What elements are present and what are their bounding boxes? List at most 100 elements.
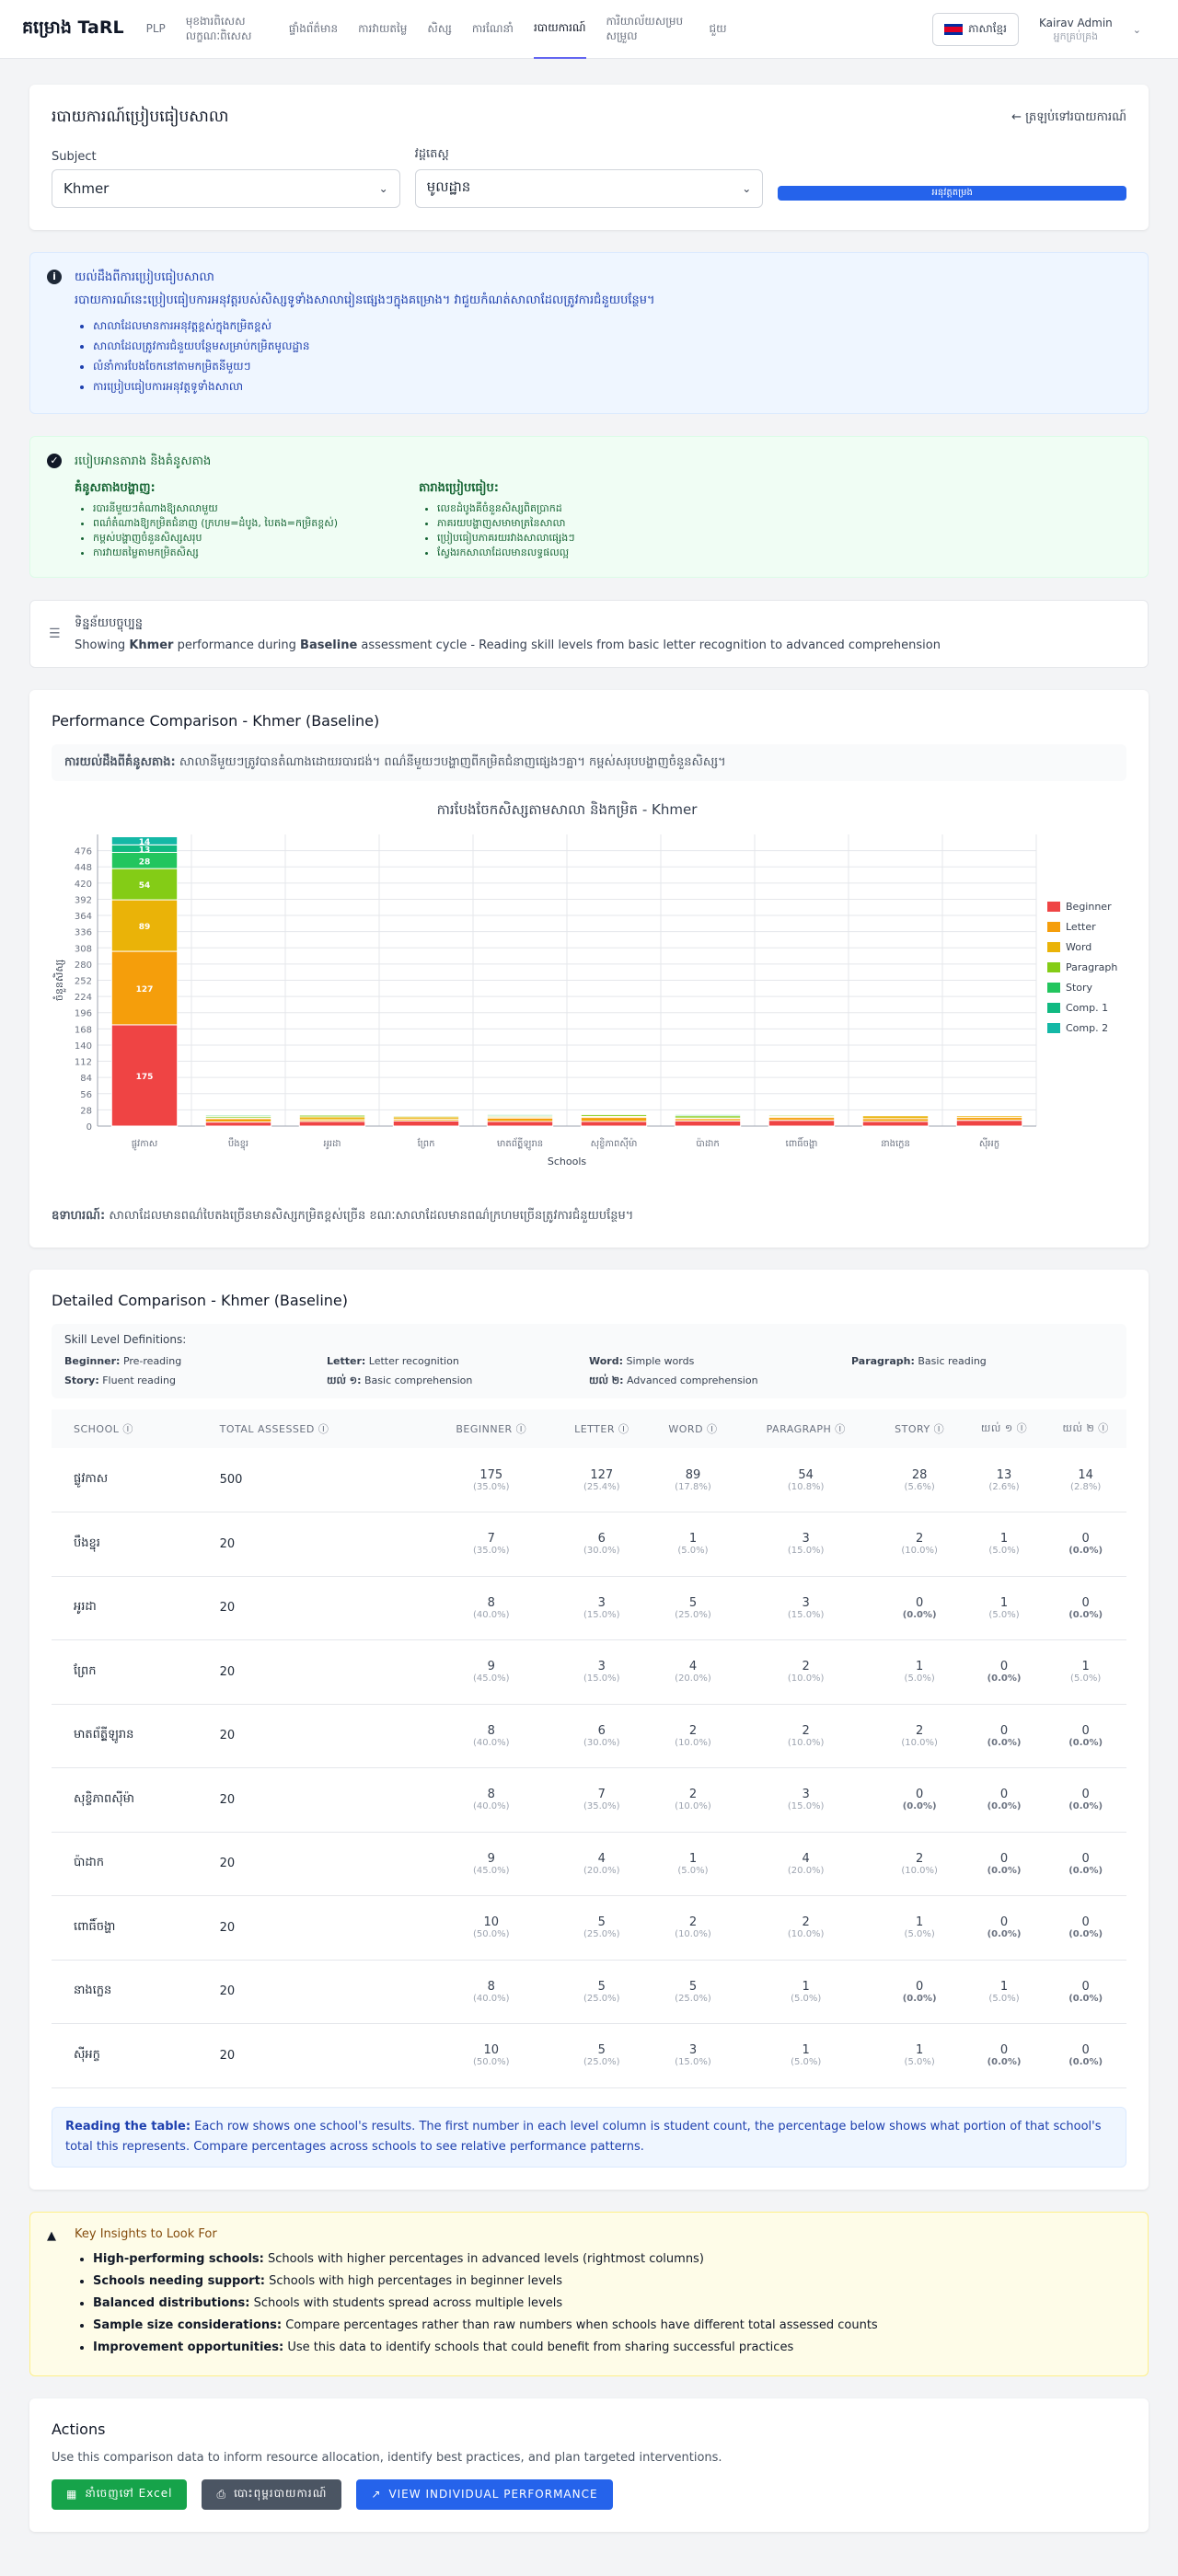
level-count: 6 — [597, 1723, 606, 1738]
print-report-button[interactable]: ⎙ បោះពុម្ពរបាយការណ៍ — [202, 2478, 342, 2510]
column-header[interactable]: SCHOOL ⓘ — [52, 1409, 198, 1448]
column-header[interactable]: យល់ ២ ⓘ — [1045, 1409, 1126, 1448]
level-count: 1 — [802, 1979, 810, 1994]
level-percent: (10.0%) — [675, 1929, 711, 1940]
column-header[interactable]: STORY ⓘ — [875, 1409, 964, 1448]
level-percent: (45.0%) — [472, 1865, 510, 1876]
excel-icon: ▦ — [66, 2488, 78, 2501]
total-cell: 20 — [197, 1767, 430, 1833]
bar-data-label: 175 — [136, 1073, 154, 1082]
level-count: 0 — [916, 1979, 924, 1994]
x-tick-label: សុខ្ខិភាពស៊ីម៉ា — [591, 1137, 638, 1150]
total-cell: 20 — [197, 1512, 430, 1577]
level-percent: (0.0%) — [902, 1801, 937, 1812]
bar-segment — [955, 1113, 1023, 1116]
total-cell: 20 — [197, 1639, 430, 1705]
chevron-down-icon[interactable]: ⌄ — [1133, 24, 1141, 36]
bar-segment — [204, 1121, 272, 1127]
actions-description: Use this comparison data to inform resou… — [52, 2450, 722, 2465]
level-percent: (30.0%) — [583, 1546, 620, 1557]
level-cell: 0 (0.0%) — [1045, 1512, 1126, 1577]
chart-guide-item: កម្ពស់បង្ហាញចំនួនសិស្សសរុប — [93, 531, 397, 546]
skill-definition: Story: Fluent reading — [64, 1374, 327, 1389]
y-tick-label: 252 — [75, 977, 92, 987]
cycle-select[interactable]: មូលដ្ឋាន ⌄ — [414, 169, 764, 208]
level-percent: (25.0%) — [675, 1993, 711, 2004]
level-count: 2 — [916, 1851, 924, 1866]
nav-link[interactable]: ការវាយតម្លៃ — [358, 0, 407, 59]
column-header[interactable]: PARAGRAPH ⓘ — [735, 1409, 876, 1448]
level-count: 175 — [479, 1467, 503, 1482]
y-tick-label: 336 — [75, 928, 92, 938]
x-tick-label: ពោធិ៍ចង្ហា — [786, 1136, 818, 1149]
definition-value: Simple words — [626, 1355, 695, 1367]
level-cell: 1 (5.0%) — [963, 1576, 1045, 1640]
level-percent: (5.0%) — [677, 1865, 709, 1876]
language-selector[interactable]: ភាសាខ្មែរ — [932, 13, 1019, 46]
view-individual-performance-button[interactable]: ↗ VIEW INDIVIDUAL PERFORMANCE — [356, 2478, 613, 2510]
export-excel-button[interactable]: ▦ នាំចេញទៅ Excel — [52, 2478, 188, 2510]
level-cell: 3 (15.0%) — [735, 1767, 876, 1833]
y-tick-label: 140 — [75, 1041, 92, 1052]
list-icon: ☰ — [49, 627, 61, 641]
level-count: 8 — [487, 1979, 495, 1994]
legend-swatch — [1047, 1023, 1060, 1033]
nav-link[interactable]: ការិយាល័យសម្របសម្រួល — [606, 0, 689, 59]
nav-link[interactable]: ផ្ទាំងព័ត៌មាន — [289, 0, 338, 59]
level-cell: 4 (20.0%) — [553, 1832, 651, 1896]
level-percent: (0.0%) — [1068, 1929, 1103, 1940]
level-count: 0 — [999, 1851, 1009, 1866]
level-percent: (0.0%) — [1068, 1801, 1103, 1812]
legend-label: Letter — [1066, 921, 1096, 933]
level-count: 2 — [802, 1915, 810, 1930]
level-cell: 127 (25.4%) — [553, 1448, 651, 1512]
apply-filter-button[interactable]: អនុវត្តតម្រង — [778, 186, 1127, 201]
bar-segment — [486, 1113, 554, 1117]
level-count: 0 — [1081, 1979, 1090, 1994]
back-to-reports-link[interactable]: ← ត្រឡប់ទៅរបាយការណ៍ — [1011, 109, 1126, 127]
note-text: សាលានីមួយៗត្រូវបានតំណាងដោយរបារជង់។ ពណ៌នី… — [179, 755, 726, 769]
top-navbar: គម្រោង TaRL PLP មុខងារពិសេស លក្ខណៈពិសេស ផ្… — [0, 0, 1178, 59]
skill-definitions: Skill Level Definitions: Beginner: Pre-r… — [52, 1324, 1126, 1398]
column-header[interactable]: BEGINNER ⓘ — [429, 1409, 554, 1448]
level-cell: 1 (5.0%) — [650, 1832, 736, 1896]
y-tick-label: 28 — [80, 1106, 92, 1116]
nav-link[interactable]: ជួយ — [710, 0, 727, 59]
level-percent: (15.0%) — [583, 1609, 620, 1620]
level-count: 2 — [688, 1915, 698, 1930]
level-percent: (25.0%) — [675, 1609, 711, 1620]
nav-link[interactable]: របាយការណ៍ — [533, 0, 586, 59]
level-percent: (5.0%) — [988, 1993, 1020, 2004]
column-header[interactable]: TOTAL ASSESSED ⓘ — [197, 1409, 430, 1448]
brand-logo[interactable]: គម្រោង TaRL — [22, 17, 124, 42]
level-cell: 8 (40.0%) — [429, 1767, 554, 1833]
level-count: 127 — [590, 1467, 614, 1482]
column-header[interactable]: WORD ⓘ — [650, 1409, 736, 1448]
bar-segment — [392, 1120, 460, 1127]
subject-select[interactable]: Khmer ⌄ — [52, 169, 400, 208]
definition-key: Beginner: — [64, 1355, 121, 1367]
level-cell: 0 (0.0%) — [963, 1767, 1045, 1833]
level-cell: 0 (0.0%) — [1045, 1960, 1126, 2024]
definition-value: Advanced comprehension — [627, 1374, 758, 1386]
bar-segment — [580, 1117, 648, 1122]
nav-link[interactable]: សិស្ស — [427, 0, 451, 59]
table-row: អូរដា 20 8 (40.0%) 3 (15.0%) 5 (25.0%) 3 (15.0%) 0… — [52, 1576, 1126, 1640]
legend-label: Comp. 2 — [1066, 1022, 1108, 1034]
column-header[interactable]: យល់ ១ ⓘ — [963, 1409, 1045, 1448]
bar-segment — [486, 1121, 554, 1127]
user-menu[interactable]: Kairav Admin អ្នកគ្រប់គ្រង — [1039, 17, 1113, 43]
level-cell: 14 (2.8%) — [1045, 1448, 1126, 1512]
nav-link[interactable]: មុខងារពិសេស លក្ខណៈពិសេស — [186, 0, 269, 59]
print-label: បោះពុម្ពរបាយការណ៍ — [234, 2487, 328, 2500]
skill-definition: Beginner: Pre-reading — [64, 1355, 327, 1367]
level-count: 3 — [597, 1595, 606, 1610]
cycle-label: វដ្តតេស្ត — [414, 147, 449, 161]
x-axis-label: Schools — [548, 1156, 587, 1167]
column-header[interactable]: LETTER ⓘ — [553, 1409, 651, 1448]
detailed-card: Detailed Comparison - Khmer (Baseline) S… — [29, 1270, 1149, 2190]
nav-link[interactable]: PLP — [146, 0, 166, 59]
level-count: 1 — [999, 1595, 1009, 1610]
nav-link[interactable]: ការណែនាំ — [472, 0, 514, 59]
level-cell: 175 (35.0%) — [429, 1448, 554, 1512]
